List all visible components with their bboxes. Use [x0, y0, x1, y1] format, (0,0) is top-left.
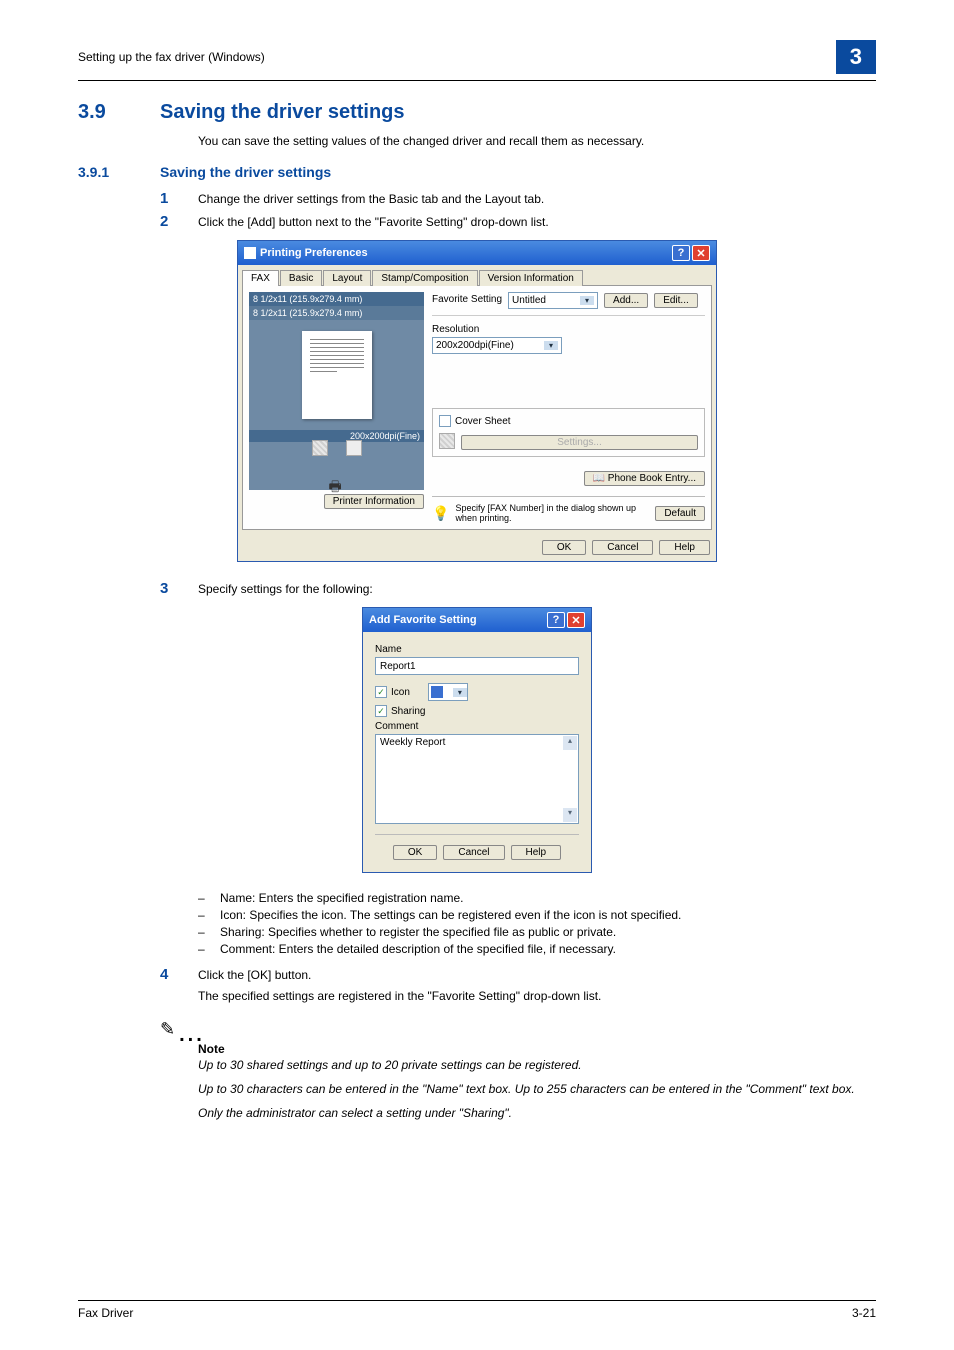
- section-number: 3.9: [78, 101, 160, 124]
- step-3-number: 3: [160, 580, 198, 597]
- step-4-text: Click the [OK] button.: [198, 966, 311, 983]
- note-label: Note: [198, 1042, 876, 1056]
- close-icon[interactable]: ✕: [692, 245, 710, 261]
- scroll-down-icon[interactable]: ▾: [563, 808, 577, 822]
- default-button[interactable]: Default: [655, 506, 705, 521]
- section-intro: You can save the setting values of the c…: [198, 134, 876, 148]
- bullet-name: Name: Enters the specified registration …: [220, 891, 463, 905]
- add-favorite-setting-dialog: Add Favorite Setting ? ✕ Name ✓ Icon ▾: [362, 607, 592, 873]
- note-icon: ✎: [160, 1019, 175, 1040]
- phone-book-icon: 📖: [593, 473, 605, 484]
- section-title: Saving the driver settings: [160, 101, 405, 124]
- sharing-checkbox[interactable]: ✓: [375, 705, 387, 717]
- tab-fax[interactable]: FAX: [242, 270, 279, 286]
- favorite-setting-label: Favorite Setting: [432, 294, 502, 305]
- subsection-title: Saving the driver settings: [160, 164, 331, 180]
- help-icon[interactable]: ?: [547, 612, 565, 628]
- paper-size-1: 8 1/2x11 (215.9x279.4 mm): [249, 292, 424, 306]
- file-icon[interactable]: [346, 440, 362, 456]
- cover-sheet-icon: [439, 433, 455, 449]
- layout-icon[interactable]: [312, 440, 328, 456]
- paper-preview: [249, 320, 424, 430]
- step-2-text: Click the [Add] button next to the "Favo…: [198, 213, 549, 230]
- footer-right: 3-21: [852, 1306, 876, 1320]
- breadcrumb: Setting up the fax driver (Windows): [78, 50, 265, 64]
- close-icon[interactable]: ✕: [567, 612, 585, 628]
- tab-basic[interactable]: Basic: [280, 270, 322, 286]
- ok-button[interactable]: OK: [542, 540, 586, 555]
- help-button[interactable]: Help: [511, 845, 562, 860]
- scroll-up-icon[interactable]: ▴: [563, 736, 577, 750]
- help-icon[interactable]: ?: [672, 245, 690, 261]
- icon-check-label: Icon: [391, 687, 410, 698]
- ok-button[interactable]: OK: [393, 845, 437, 860]
- subsection-number: 3.9.1: [78, 164, 160, 180]
- tab-stamp[interactable]: Stamp/Composition: [372, 270, 477, 286]
- cover-sheet-group: Cover Sheet Settings...: [432, 408, 705, 457]
- chapter-number: 3: [836, 40, 876, 74]
- bullet-comment: Comment: Enters the detailed description…: [220, 942, 616, 956]
- edit-button[interactable]: Edit...: [654, 293, 698, 308]
- help-button[interactable]: Help: [659, 540, 710, 555]
- cover-settings-button[interactable]: Settings...: [461, 435, 698, 450]
- tab-version[interactable]: Version Information: [479, 270, 583, 286]
- resolution-label: Resolution: [432, 324, 705, 335]
- chevron-down-icon: ▾: [544, 341, 558, 350]
- bullet-icon: Icon: Specifies the icon. The settings c…: [220, 908, 681, 922]
- cancel-button[interactable]: Cancel: [592, 540, 653, 555]
- note-3: Only the administrator can select a sett…: [198, 1106, 876, 1120]
- printing-preferences-dialog: Printing Preferences ? ✕ FAX Basic Layou…: [237, 240, 717, 562]
- printer-information-button[interactable]: Printer Information: [324, 494, 424, 509]
- name-field[interactable]: [375, 657, 579, 675]
- step-1-text: Change the driver settings from the Basi…: [198, 190, 544, 207]
- document-icon: [431, 686, 443, 698]
- add-button[interactable]: Add...: [604, 293, 648, 308]
- step-4-number: 4: [160, 966, 198, 983]
- icon-select[interactable]: ▾: [428, 683, 468, 701]
- cancel-button[interactable]: Cancel: [443, 845, 504, 860]
- icon-checkbox[interactable]: ✓: [375, 686, 387, 698]
- bullet-sharing: Sharing: Specifies whether to register t…: [220, 925, 616, 939]
- note-dots: ...: [179, 1030, 205, 1040]
- name-label: Name: [375, 644, 579, 655]
- step-4-result: The specified settings are registered in…: [198, 989, 876, 1003]
- cover-sheet-label: Cover Sheet: [455, 416, 511, 427]
- note-1: Up to 30 shared settings and up to 20 pr…: [198, 1058, 876, 1072]
- tab-layout[interactable]: Layout: [323, 270, 371, 286]
- footer-left: Fax Driver: [78, 1306, 133, 1320]
- resolution-select[interactable]: 200x200dpi(Fine)▾: [432, 337, 562, 354]
- comment-label: Comment: [375, 721, 579, 732]
- bulb-icon: 💡: [432, 505, 449, 522]
- chevron-down-icon: ▾: [453, 688, 467, 697]
- sharing-check-label: Sharing: [391, 706, 425, 717]
- note-2: Up to 30 characters can be entered in th…: [198, 1082, 876, 1096]
- step-1-number: 1: [160, 190, 198, 207]
- comment-field[interactable]: Weekly Report ▴ ▾: [375, 734, 579, 824]
- dialog-title: Add Favorite Setting: [369, 614, 477, 626]
- cover-sheet-checkbox[interactable]: [439, 415, 451, 427]
- printer-icon[interactable]: 🖶: [329, 476, 345, 492]
- step-3-text: Specify settings for the following:: [198, 580, 373, 597]
- favorite-setting-select[interactable]: Untitled▾: [508, 292, 598, 309]
- dialog-title: Printing Preferences: [244, 247, 368, 259]
- specify-text: Specify [FAX Number] in the dialog shown…: [455, 503, 649, 523]
- chevron-down-icon: ▾: [580, 296, 594, 305]
- step-2-number: 2: [160, 213, 198, 230]
- paper-size-2: 8 1/2x11 (215.9x279.4 mm): [249, 306, 424, 320]
- phone-book-entry-button[interactable]: 📖 Phone Book Entry...: [584, 471, 705, 486]
